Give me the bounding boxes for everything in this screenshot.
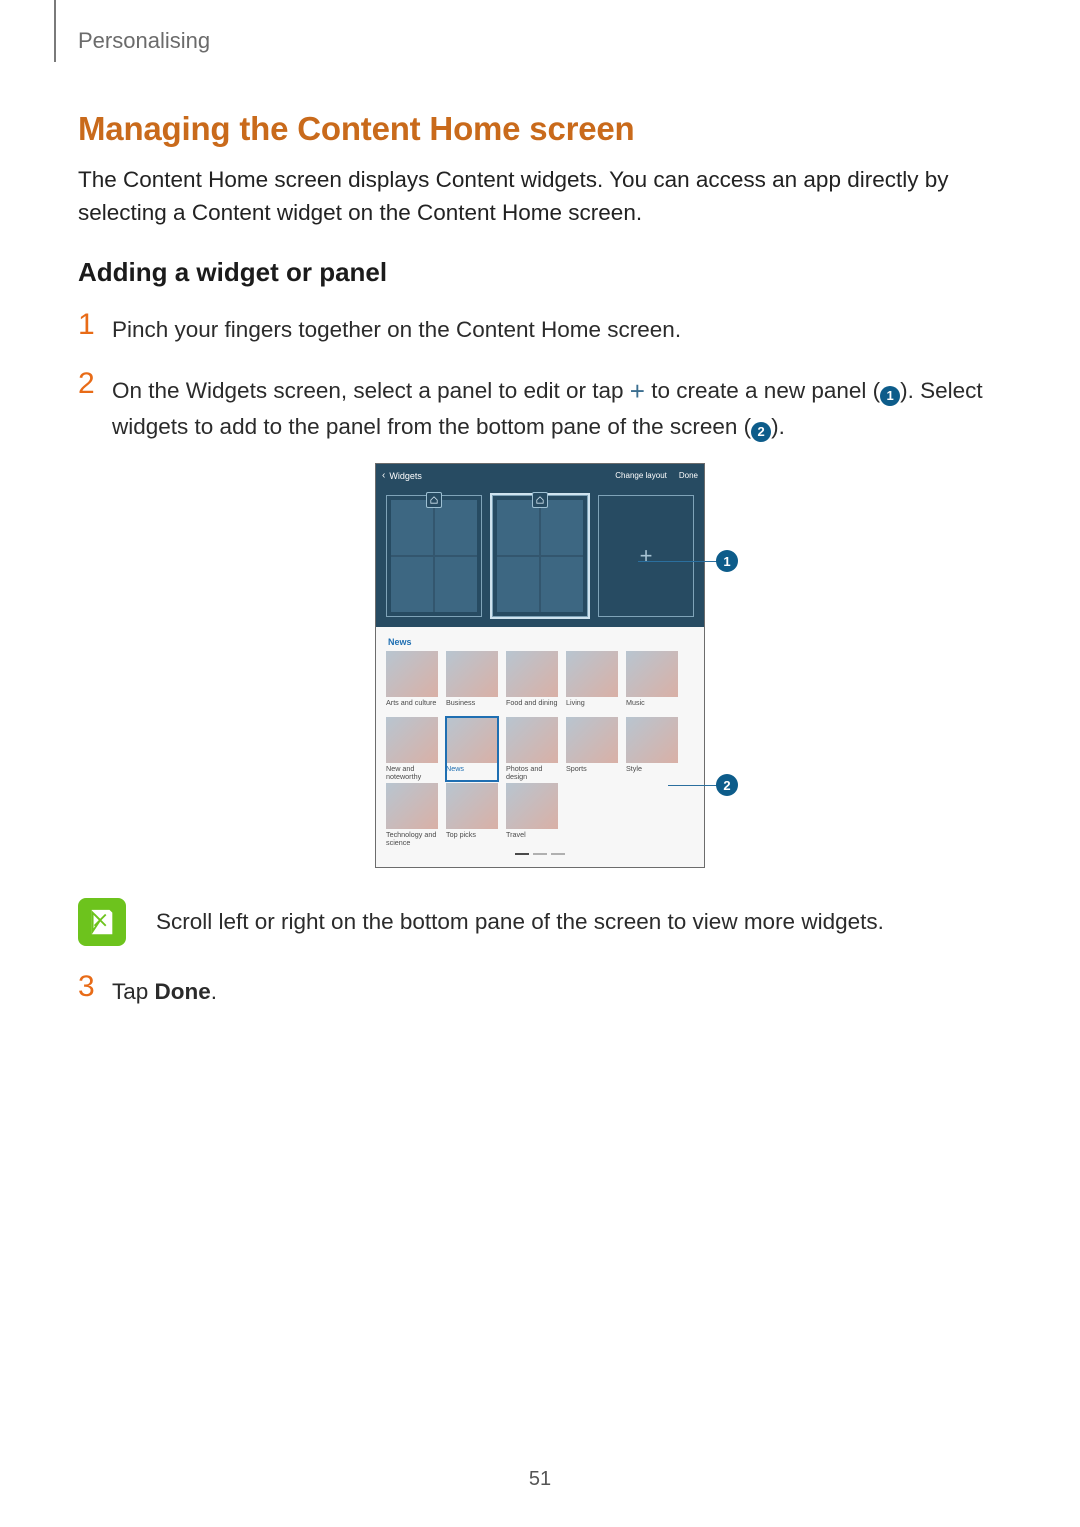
step-3: 3 Tap Done. xyxy=(78,970,1002,1009)
widget-item[interactable]: New and noteworthy xyxy=(386,717,438,781)
home-icon xyxy=(532,492,548,508)
header-section-label: Personalising xyxy=(78,28,210,54)
screenshot-back-label: Widgets xyxy=(389,471,422,481)
widget-item-selected[interactable]: News xyxy=(446,717,498,781)
step-3-text-bold: Done xyxy=(155,979,211,1004)
screenshot-panel-2-selected[interactable] xyxy=(492,495,588,617)
widget-item[interactable]: Travel xyxy=(506,783,558,847)
widget-item[interactable]: Top picks xyxy=(446,783,498,847)
step-2-number: 2 xyxy=(78,367,112,400)
section-title: Managing the Content Home screen xyxy=(78,110,1002,148)
note-text: Scroll left or right on the bottom pane … xyxy=(156,906,884,938)
step-2-text: On the Widgets screen, select a panel to… xyxy=(112,367,1002,443)
page-number: 51 xyxy=(0,1468,1080,1491)
note-row: Scroll left or right on the bottom pane … xyxy=(78,898,1002,946)
widget-label: Living xyxy=(566,699,618,715)
home-icon xyxy=(426,492,442,508)
screenshot-back-button[interactable]: ‹ Widgets xyxy=(376,470,428,481)
screenshot-widgets-area: News Arts and culture Business xyxy=(376,627,704,867)
widget-row: Technology and science Top picks Travel xyxy=(386,783,694,847)
widget-label: Top picks xyxy=(446,831,498,847)
intro-paragraph: The Content Home screen displays Content… xyxy=(78,164,1002,229)
widget-label: Photos and design xyxy=(506,765,558,781)
screenshot-done-button[interactable]: Done xyxy=(673,471,704,480)
callout-badge-1: 1 xyxy=(716,550,738,572)
screenshot-page-indicator xyxy=(386,849,694,859)
screenshot-panels-row: + xyxy=(376,487,704,627)
callout-line-1 xyxy=(638,561,718,562)
widget-item[interactable]: Technology and science xyxy=(386,783,438,847)
step-2-text-mid1: to create a new panel ( xyxy=(645,378,880,403)
device-screenshot: ‹ Widgets Change layout Done xyxy=(375,463,705,868)
widget-label: Food and dining xyxy=(506,699,558,715)
widget-label: Arts and culture xyxy=(386,699,438,715)
header-rule xyxy=(54,0,56,62)
widget-item[interactable]: Business xyxy=(446,651,498,715)
callout-line-2 xyxy=(668,785,718,786)
chevron-left-icon: ‹ xyxy=(382,470,385,481)
note-icon xyxy=(78,898,126,946)
step-2: 2 On the Widgets screen, select a panel … xyxy=(78,367,1002,443)
step-3-number: 3 xyxy=(78,970,112,1003)
screenshot-category-label: News xyxy=(388,637,694,647)
widget-item[interactable]: Living xyxy=(566,651,618,715)
callout-badge-2: 2 xyxy=(716,774,738,796)
widget-label: Travel xyxy=(506,831,558,847)
screenshot-change-layout-button[interactable]: Change layout xyxy=(609,471,673,480)
callout-badge-1-inline: 1 xyxy=(880,386,900,406)
widget-label: Technology and science xyxy=(386,831,438,847)
plus-icon: + xyxy=(630,376,645,406)
step-1-text: Pinch your fingers together on the Conte… xyxy=(112,308,681,347)
screenshot-topbar: ‹ Widgets Change layout Done xyxy=(376,464,704,487)
screenshot-panel-add[interactable]: + xyxy=(598,495,694,617)
step-1-number: 1 xyxy=(78,308,112,341)
widget-item[interactable]: Sports xyxy=(566,717,618,781)
widget-label: New and noteworthy xyxy=(386,765,438,781)
step-3-text-pre: Tap xyxy=(112,979,155,1004)
widget-item[interactable]: Style xyxy=(626,717,678,781)
widget-label: Business xyxy=(446,699,498,715)
widget-item[interactable]: Music xyxy=(626,651,678,715)
figure-screenshot: ‹ Widgets Change layout Done xyxy=(78,463,1002,868)
step-3-text: Tap Done. xyxy=(112,970,217,1009)
step-1: 1 Pinch your fingers together on the Con… xyxy=(78,308,1002,347)
step-3-text-post: . xyxy=(211,979,217,1004)
subsection-title: Adding a widget or panel xyxy=(78,257,1002,288)
step-2-text-post: ). xyxy=(771,414,785,439)
widget-label: News xyxy=(446,765,498,781)
widget-item[interactable]: Photos and design xyxy=(506,717,558,781)
widget-row: Arts and culture Business Food and dinin… xyxy=(386,651,694,715)
step-2-text-pre: On the Widgets screen, select a panel to… xyxy=(112,378,630,403)
widget-item[interactable]: Arts and culture xyxy=(386,651,438,715)
screenshot-panel-1[interactable] xyxy=(386,495,482,617)
widget-row: New and noteworthy News Photos and desig… xyxy=(386,717,694,781)
widget-label: Music xyxy=(626,699,678,715)
widget-item[interactable]: Food and dining xyxy=(506,651,558,715)
widget-label: Sports xyxy=(566,765,618,781)
add-panel-plus-icon: + xyxy=(599,496,693,616)
widget-label: Style xyxy=(626,765,678,781)
callout-badge-2-inline: 2 xyxy=(751,422,771,442)
